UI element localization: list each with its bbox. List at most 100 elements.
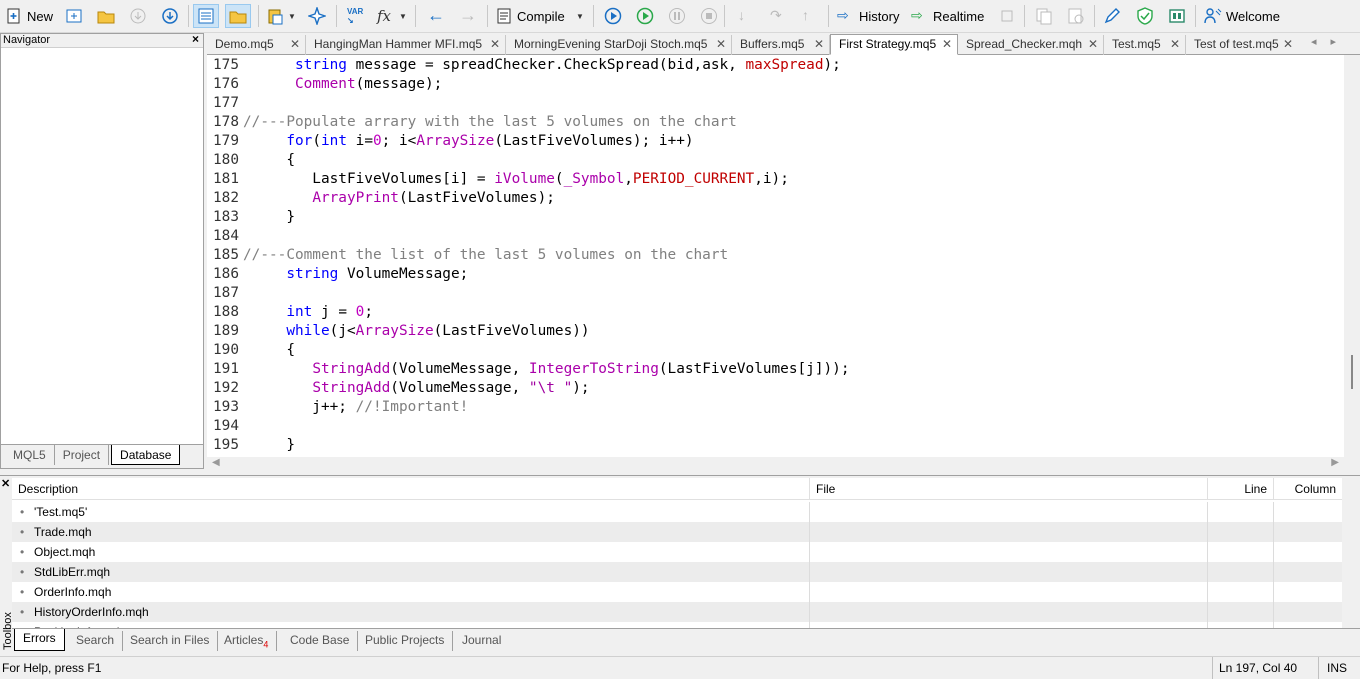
code-editor[interactable]: 175 string message = spreadChecker.Check… bbox=[207, 55, 1344, 457]
step-out-button[interactable]: ↑ bbox=[799, 4, 823, 28]
code-line[interactable]: 180 { bbox=[207, 151, 1344, 170]
debug-realtime-button[interactable] bbox=[633, 4, 657, 28]
debug-history-button[interactable] bbox=[601, 4, 625, 28]
tab-scroll-arrows[interactable]: ◂▸ bbox=[1311, 35, 1350, 48]
scrollbar-thumb[interactable] bbox=[1351, 355, 1353, 389]
tab-mql5[interactable]: MQL5 bbox=[5, 445, 55, 465]
code-line[interactable]: 184 bbox=[207, 227, 1344, 246]
compile-button[interactable]: Compile bbox=[492, 4, 568, 28]
code-line[interactable]: 175 string message = spreadChecker.Check… bbox=[207, 56, 1344, 75]
table-row[interactable]: • Trade.mqh bbox=[12, 522, 1342, 542]
compare-button[interactable] bbox=[1064, 4, 1088, 28]
column-line[interactable]: Line bbox=[1208, 478, 1274, 500]
code-line[interactable]: 179 for(int i=0; i<ArraySize(LastFiveVol… bbox=[207, 132, 1344, 151]
code-line[interactable]: 187 bbox=[207, 284, 1344, 303]
new-window-button[interactable] bbox=[62, 4, 86, 28]
close-icon[interactable]: ✕ bbox=[716, 35, 726, 53]
file-tab[interactable]: Spread_Checker.mqh ✕ bbox=[958, 35, 1104, 55]
new-button[interactable]: New bbox=[2, 4, 56, 28]
close-icon[interactable]: ✕ bbox=[1283, 35, 1293, 53]
file-tab[interactable]: HangingMan Hammer MFI.mq5 ✕ bbox=[306, 35, 506, 55]
tab-journal[interactable]: Journal bbox=[454, 631, 509, 651]
file-tab[interactable]: Test.mq5 ✕ bbox=[1104, 35, 1186, 55]
step-into-button[interactable]: ↓ bbox=[735, 4, 759, 28]
code-line[interactable]: 191 StringAdd(VolumeMessage, IntegerToSt… bbox=[207, 360, 1344, 379]
toolbox-toggle-button[interactable] bbox=[225, 4, 251, 28]
code-line[interactable]: 192 StringAdd(VolumeMessage, "\t "); bbox=[207, 379, 1344, 398]
errors-vertical-scrollbar[interactable] bbox=[1342, 478, 1360, 628]
column-file[interactable]: File bbox=[810, 478, 1208, 500]
table-row[interactable]: • Object.mqh bbox=[12, 542, 1342, 562]
tab-code-base[interactable]: Code Base bbox=[282, 631, 359, 651]
close-icon[interactable]: ✕ bbox=[814, 35, 824, 53]
tab-search[interactable]: Search bbox=[68, 631, 124, 651]
tab-project[interactable]: Project bbox=[55, 445, 110, 465]
code-line[interactable]: 186 string VolumeMessage; bbox=[207, 265, 1344, 284]
paste-button[interactable]: ▼ bbox=[263, 4, 299, 28]
editor-vertical-scrollbar[interactable] bbox=[1344, 55, 1360, 457]
close-icon[interactable]: ✕ bbox=[290, 35, 300, 53]
history-button[interactable]: ⇨ History bbox=[834, 4, 902, 28]
compile-dropdown[interactable]: ▼ bbox=[573, 4, 587, 28]
community-button[interactable] bbox=[1133, 4, 1157, 28]
code-line[interactable]: 195 } bbox=[207, 436, 1344, 455]
step-over-button[interactable]: ↷ bbox=[767, 4, 791, 28]
stop-button[interactable] bbox=[697, 4, 721, 28]
copy-button[interactable] bbox=[1032, 4, 1056, 28]
realtime-button[interactable]: ⇨ Realtime bbox=[908, 4, 987, 28]
navigate-forward-button[interactable]: → bbox=[456, 4, 480, 28]
table-row[interactable]: • StdLibErr.mqh bbox=[12, 562, 1342, 582]
scroll-left-icon[interactable]: ◀ bbox=[212, 457, 220, 468]
tab-articles[interactable]: Articles4 bbox=[216, 631, 278, 651]
code-line[interactable]: 177 bbox=[207, 94, 1344, 113]
file-tab[interactable]: Test of test.mq5 ✕ bbox=[1186, 35, 1298, 55]
code-line[interactable]: 194 bbox=[207, 417, 1344, 436]
insert-variable-button[interactable]: VAR ↘ bbox=[344, 4, 368, 28]
code-line[interactable]: 176 Comment(message); bbox=[207, 75, 1344, 94]
table-row[interactable]: • 'Test.mq5' bbox=[12, 502, 1342, 522]
file-tab[interactable]: Demo.mq5 ✕ bbox=[207, 35, 306, 55]
column-description[interactable]: Description bbox=[12, 478, 810, 500]
editor-horizontal-scrollbar[interactable]: ◀ ▶ bbox=[207, 457, 1344, 470]
tab-search-in-files[interactable]: Search in Files bbox=[122, 631, 219, 651]
close-icon[interactable]: ✕ bbox=[942, 35, 952, 53]
code-line[interactable]: 181 LastFiveVolumes[i] = iVolume(_Symbol… bbox=[207, 170, 1344, 189]
tab-database[interactable]: Database bbox=[111, 445, 181, 465]
tab-public-projects[interactable]: Public Projects bbox=[357, 631, 454, 651]
code-line[interactable]: 188 int j = 0; bbox=[207, 303, 1344, 322]
file-tab[interactable]: Buffers.mq5 ✕ bbox=[732, 35, 830, 55]
close-icon[interactable]: ✕ bbox=[1, 477, 10, 490]
pause-button[interactable] bbox=[665, 4, 689, 28]
styler-button[interactable] bbox=[1100, 4, 1124, 28]
code-line[interactable]: 182 ArrayPrint(LastFiveVolumes); bbox=[207, 189, 1344, 208]
stop-profiling-button[interactable] bbox=[995, 4, 1019, 28]
tab-errors[interactable]: Errors bbox=[14, 629, 65, 651]
column-column[interactable]: Column bbox=[1274, 478, 1342, 500]
ai-assistant-button[interactable] bbox=[305, 4, 329, 28]
close-icon[interactable]: × bbox=[192, 33, 199, 46]
close-icon[interactable]: ✕ bbox=[490, 35, 500, 53]
file-tab[interactable]: MorningEvening StarDoji Stoch.mq5 ✕ bbox=[506, 35, 732, 55]
dashboard-button[interactable] bbox=[1165, 4, 1189, 28]
chevron-left-icon[interactable]: ◂ bbox=[1311, 36, 1331, 48]
code-line[interactable]: 193 j++; //!Important! bbox=[207, 398, 1344, 417]
code-line[interactable]: 189 while(j<ArraySize(LastFiveVolumes)) bbox=[207, 322, 1344, 341]
navigate-back-button[interactable]: ← bbox=[424, 4, 448, 28]
table-row[interactable]: • HistoryOrderInfo.mqh bbox=[12, 602, 1342, 622]
panel-splitter[interactable] bbox=[0, 470, 1360, 476]
open-button[interactable] bbox=[94, 4, 118, 28]
welcome-button[interactable]: Welcome bbox=[1201, 4, 1283, 28]
scroll-right-icon[interactable]: ▶ bbox=[1331, 457, 1339, 468]
code-line[interactable]: 178//---Populate arrary with the last 5 … bbox=[207, 113, 1344, 132]
file-tab-active[interactable]: First Strategy.mq5 ✕ bbox=[830, 34, 958, 55]
chevron-right-icon[interactable]: ▸ bbox=[1330, 36, 1350, 48]
code-line[interactable]: 183 } bbox=[207, 208, 1344, 227]
table-row[interactable]: • OrderInfo.mqh bbox=[12, 582, 1342, 602]
code-line[interactable]: 185//---Comment the list of the last 5 v… bbox=[207, 246, 1344, 265]
navigator-toggle-button[interactable] bbox=[193, 4, 219, 28]
download-button[interactable] bbox=[158, 4, 182, 28]
code-line[interactable]: 190 { bbox=[207, 341, 1344, 360]
insert-function-button[interactable]: fx ▼ bbox=[374, 4, 410, 28]
close-icon[interactable]: ✕ bbox=[1170, 35, 1180, 53]
close-icon[interactable]: ✕ bbox=[1088, 35, 1098, 53]
